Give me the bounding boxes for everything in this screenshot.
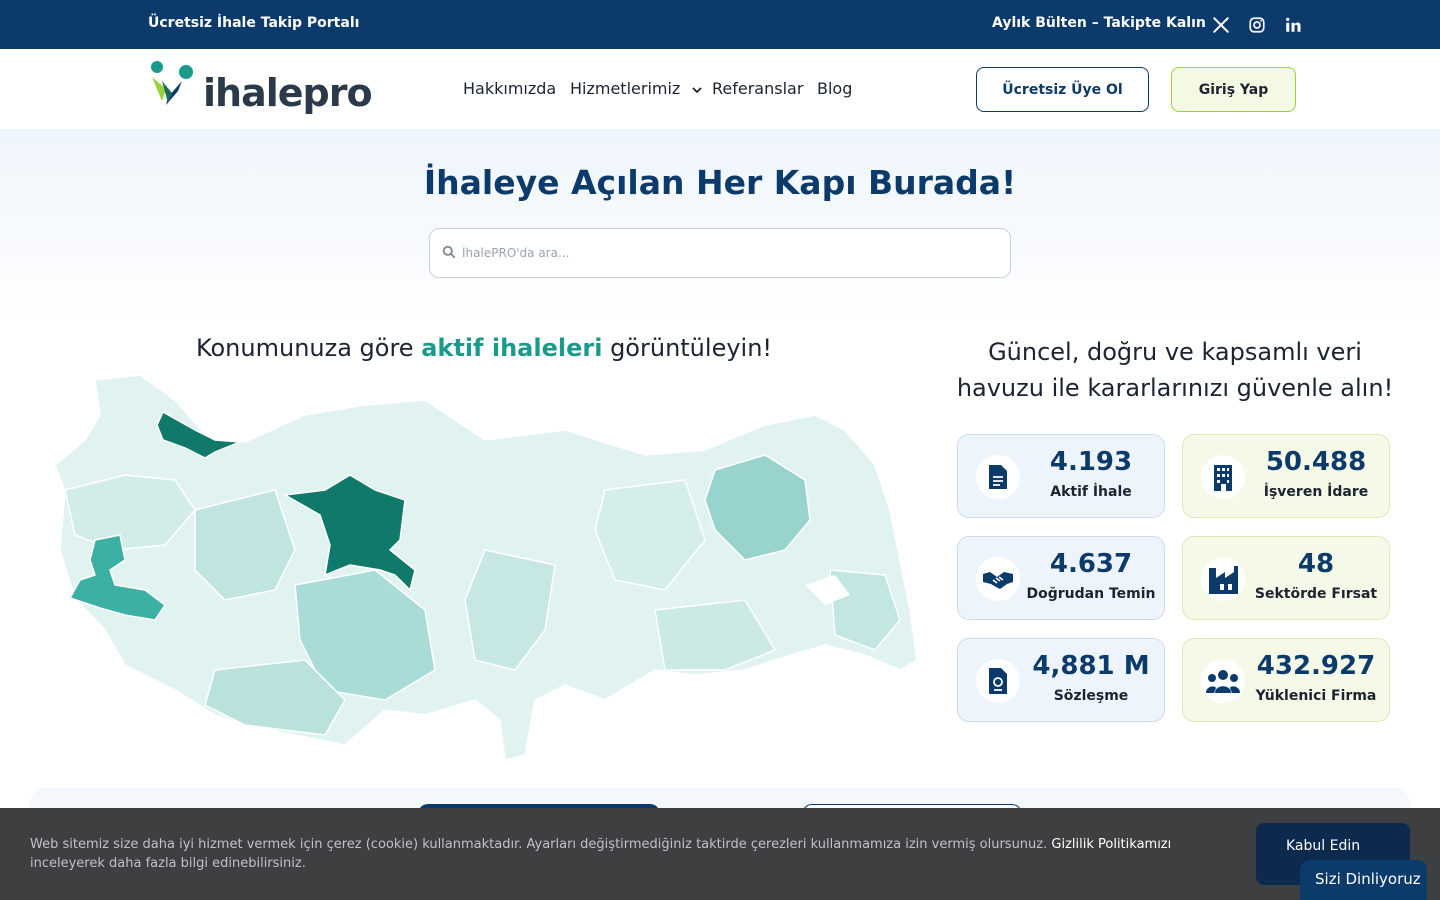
cookie-message: Web sitemiz size daha iyi hizmet vermek … — [30, 837, 1048, 852]
users-icon — [1201, 659, 1245, 703]
stat-value: 4.637 — [1049, 549, 1133, 579]
stat-label: Aktif İhale — [1050, 484, 1132, 500]
stat-card-direct-procurement[interactable]: 4.637 Doğrudan Temin — [957, 536, 1165, 620]
hero-title: İhaleye Açılan Her Kapı Burada! — [423, 163, 1017, 202]
stat-card-employer-administrations[interactable]: 50.488 İşveren İdare — [1182, 434, 1390, 518]
top-bar: Ücretsiz İhale Takip Portalı Aylık Bülte… — [0, 0, 1440, 49]
hero-section: İhaleye Açılan Her Kapı Burada! — [0, 129, 1440, 329]
stat-value: 50.488 — [1265, 447, 1367, 477]
stat-label: Sözleşme — [1053, 688, 1129, 704]
handshake-icon — [976, 557, 1020, 601]
stat-label: Sektörde Fırsat — [1254, 586, 1378, 602]
map-title-suffix: görüntüleyin! — [602, 334, 773, 362]
industry-icon — [1201, 557, 1245, 601]
stat-card-sector-opportunities[interactable]: 48 Sektörde Fırsat — [1182, 536, 1390, 620]
portal-tagline: Ücretsiz İhale Takip Portalı — [148, 15, 360, 31]
stat-value: 432.927 — [1256, 651, 1376, 681]
stat-value: 4.193 — [1049, 447, 1133, 477]
turkey-province-map[interactable] — [45, 370, 925, 765]
register-button[interactable]: Ücretsiz Üye Ol — [976, 67, 1149, 112]
logo-wordmark: ihalepro — [203, 71, 373, 115]
ihalepro-logo[interactable]: ihalepro — [148, 59, 373, 119]
stat-label: İşveren İdare — [1263, 484, 1369, 500]
nav-references[interactable]: Referanslar — [712, 79, 803, 98]
main-header: ihalepro Hakkımızda Hizmetlerimiz Refera… — [0, 49, 1440, 129]
chevron-down-icon — [692, 86, 703, 93]
logo-mark-icon — [151, 61, 193, 105]
stat-card-contractor-firms[interactable]: 432.927 Yüklenici Firma — [1182, 638, 1390, 722]
nav-services[interactable]: Hizmetlerimiz — [570, 79, 703, 98]
stat-label: Doğrudan Temin — [1026, 586, 1156, 602]
stat-value: 48 — [1297, 549, 1335, 579]
newsletter-link[interactable]: Aylık Bülten – Takipte Kalın — [992, 15, 1206, 31]
privacy-policy-link[interactable]: Gizlilik Politikamızı — [1051, 837, 1171, 852]
cookie-banner: Web sitemiz size daha iyi hizmet vermek … — [0, 808, 1440, 900]
linkedin-icon[interactable] — [1281, 13, 1305, 37]
map-title-prefix: Konumunuza göre — [195, 334, 422, 362]
stats-title: Güncel, doğru ve kapsamlı veri havuzu il… — [956, 338, 1394, 402]
document-icon — [976, 455, 1020, 499]
stat-value: 4,881 M — [1032, 651, 1150, 681]
map-title: Konumunuza göre aktif ihaleleri görüntül… — [40, 334, 928, 362]
search-box[interactable] — [429, 228, 1011, 278]
cookie-message-end: inceleyerek daha fazla bilgi edinebilirs… — [30, 856, 306, 871]
contract-icon — [976, 659, 1020, 703]
nav-about[interactable]: Hakkımızda — [463, 79, 556, 98]
instagram-icon[interactable] — [1245, 13, 1269, 37]
stat-card-contracts[interactable]: 4,881 M Sözleşme — [957, 638, 1165, 722]
nav-blog[interactable]: Blog — [817, 79, 852, 98]
nav-services-label: Hizmetlerimiz — [570, 79, 681, 98]
stat-label: Yüklenici Firma — [1255, 688, 1377, 704]
search-input[interactable] — [462, 239, 992, 267]
chat-widget-button[interactable]: Sizi Dinliyoruz — [1300, 860, 1427, 900]
cookie-text: Web sitemiz size daha iyi hizmet vermek … — [30, 835, 1230, 873]
x-icon[interactable] — [1209, 13, 1233, 37]
login-button[interactable]: Giriş Yap — [1171, 67, 1296, 112]
map-title-highlight: aktif ihaleleri — [421, 334, 603, 362]
building-icon — [1201, 455, 1245, 499]
stat-card-active-tenders[interactable]: 4.193 Aktif İhale — [957, 434, 1165, 518]
search-icon — [442, 245, 456, 259]
